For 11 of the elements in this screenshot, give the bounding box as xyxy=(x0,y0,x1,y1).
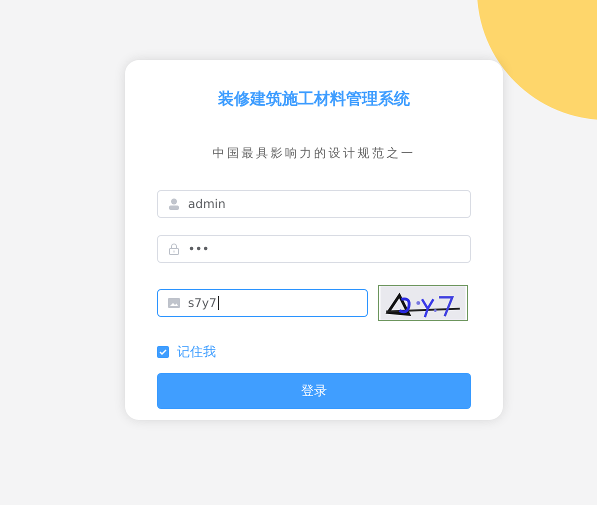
input-field[interactable]: admin xyxy=(157,190,471,218)
subtitle: 中国最具影响力的设计规范之一 xyxy=(212,145,416,162)
lock-icon xyxy=(168,243,180,255)
remember-checkbox[interactable] xyxy=(157,346,169,358)
input-field[interactable]: ••• xyxy=(157,235,471,263)
check-icon xyxy=(159,349,167,355)
remember-label: 记住我 xyxy=(177,344,216,361)
input-field[interactable]: s7y7 xyxy=(157,289,368,317)
image-icon xyxy=(168,298,180,308)
app-title: 装修建筑施工材料管理系统 xyxy=(217,88,411,110)
user-icon xyxy=(168,198,180,210)
